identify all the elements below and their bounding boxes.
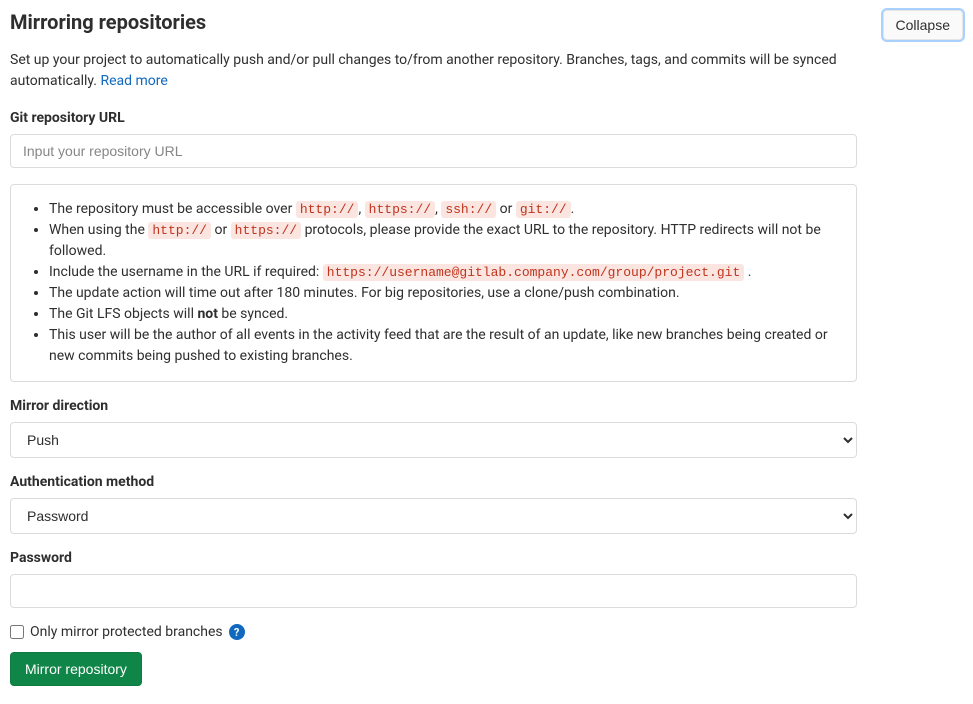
mirror-direction-select[interactable]: Push xyxy=(10,422,857,458)
code-http: http:// xyxy=(148,222,211,239)
page-title: Mirroring repositories xyxy=(10,10,206,34)
code-http: http:// xyxy=(296,201,359,218)
help-text: Include the username in the URL if requi… xyxy=(49,264,323,280)
help-text: or xyxy=(496,201,516,217)
help-item-timeout: The update action will time out after 18… xyxy=(49,283,842,304)
help-item-lfs: The Git LFS objects will not be synced. xyxy=(49,304,842,325)
protected-branches-label[interactable]: Only mirror protected branches xyxy=(30,624,223,640)
code-https: https:// xyxy=(231,222,301,239)
help-text: be synced. xyxy=(218,306,288,322)
help-text-not: not xyxy=(197,306,218,322)
code-git: git:// xyxy=(516,201,571,218)
code-example-url: https://username@gitlab.company.com/grou… xyxy=(323,264,744,281)
help-item-protocols: The repository must be accessible over h… xyxy=(49,199,842,220)
help-text: , xyxy=(358,201,364,217)
collapse-button[interactable]: Collapse xyxy=(883,10,963,40)
section-description: Set up your project to automatically pus… xyxy=(10,50,860,92)
auth-method-label: Authentication method xyxy=(10,474,963,490)
help-box: The repository must be accessible over h… xyxy=(10,184,857,382)
auth-method-select[interactable]: Password xyxy=(10,498,857,534)
help-text: . xyxy=(571,201,575,217)
help-icon[interactable]: ? xyxy=(229,624,245,640)
help-text: or xyxy=(211,222,231,238)
password-label: Password xyxy=(10,550,963,566)
help-item-author: This user will be the author of all even… xyxy=(49,325,842,367)
mirror-direction-label: Mirror direction xyxy=(10,398,963,414)
help-text: The Git LFS objects will xyxy=(49,306,197,322)
help-text: When using the xyxy=(49,222,148,238)
help-item-redirects: When using the http:// or https:// proto… xyxy=(49,220,842,262)
help-item-username: Include the username in the URL if requi… xyxy=(49,262,842,283)
code-ssh: ssh:// xyxy=(441,201,496,218)
password-input[interactable] xyxy=(10,574,857,608)
mirror-repository-button[interactable]: Mirror repository xyxy=(10,652,142,686)
repo-url-input[interactable] xyxy=(10,134,857,168)
help-text: The repository must be accessible over xyxy=(49,201,296,217)
help-text: . xyxy=(744,264,751,280)
read-more-link[interactable]: Read more xyxy=(100,73,167,89)
repo-url-label: Git repository URL xyxy=(10,110,963,126)
protected-branches-checkbox[interactable] xyxy=(10,625,24,639)
code-https: https:// xyxy=(365,201,435,218)
